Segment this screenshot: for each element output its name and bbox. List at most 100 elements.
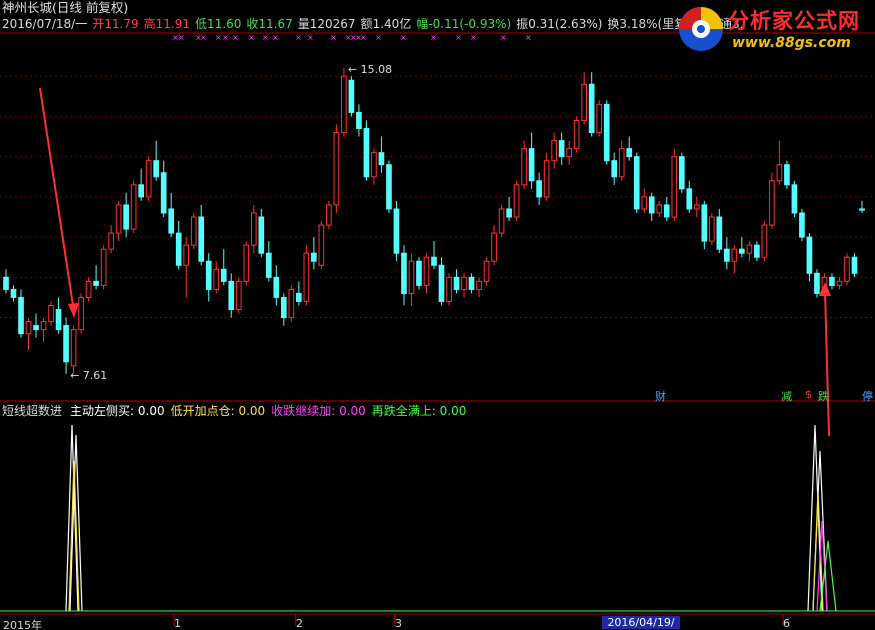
indicator-line-label: 低开加点仓: (170, 404, 235, 418)
candle (581, 72, 588, 125)
candle (686, 180, 693, 213)
candle-body (836, 280, 843, 286)
candle-body (341, 75, 347, 134)
event-tag[interactable]: 停 (862, 388, 873, 404)
candle (386, 160, 392, 213)
candle (205, 253, 212, 302)
candle (693, 196, 700, 217)
candle-body (566, 148, 572, 158)
quote-close: 11.67 (258, 17, 293, 31)
candle-body (48, 304, 54, 323)
signal-mark: × (430, 33, 437, 42)
candle-body (130, 184, 137, 230)
candle-body (378, 152, 385, 166)
candle-body (115, 204, 122, 234)
candle-body (205, 260, 212, 290)
candle (85, 277, 92, 302)
candle (123, 192, 129, 238)
candle-body (213, 268, 220, 290)
candle (513, 180, 520, 222)
candle-body (78, 296, 84, 331)
candle (78, 293, 84, 334)
candle (3, 269, 9, 294)
candle (115, 200, 122, 242)
candle-body (611, 160, 618, 178)
candle-body (408, 260, 415, 294)
candle (603, 100, 610, 165)
candle-body (93, 280, 99, 286)
candle-body (701, 204, 708, 242)
quote-open: 11.79 (104, 17, 139, 31)
candle-body (40, 321, 47, 331)
candle (243, 241, 250, 286)
candle (318, 221, 325, 270)
signal-mark: × (375, 33, 382, 42)
candle (731, 245, 738, 274)
candle-body (641, 196, 648, 210)
candle-body (311, 252, 317, 262)
indicator-line-label: 收跌继续加: (271, 404, 336, 418)
quote-low: 11.60 (206, 17, 242, 31)
signal-mark: × (272, 33, 279, 42)
candle-body (859, 208, 865, 211)
candle-body (168, 208, 175, 234)
candle (258, 208, 265, 258)
candle-body (33, 325, 39, 331)
indicator-plot (0, 424, 875, 612)
event-tag[interactable]: 财 (655, 388, 666, 404)
candle-body (326, 204, 332, 226)
candle-body (671, 156, 678, 218)
candle (423, 253, 430, 294)
event-tag[interactable]: 跌 (818, 388, 829, 404)
candle (498, 204, 505, 238)
stock-chart-window[interactable]: × × × × × × × × × × × × × × × × × × × × × × × × ← 15.08 ← 7.61 神… (0, 0, 875, 630)
quote-amp: 0.31(2.63%) (528, 17, 603, 31)
quote-open-label: 开 (92, 17, 105, 31)
candle (378, 136, 385, 173)
indicator-legend: 短线超数进 主动左侧买: 0.00 低开加点仓: 0.00 收跌继续加: 0.00 再跌… (2, 404, 472, 418)
candle-body (491, 232, 497, 262)
candle-body (476, 280, 482, 290)
chart-canvas[interactable]: × × ×× × × × × × × × × × ×××× × × × × × × × ← 15.08 ← 7.61 (0, 0, 875, 630)
candle (273, 265, 280, 306)
quote-high: 11.91 (155, 17, 190, 31)
candle-body (235, 280, 242, 311)
candle-body (814, 272, 820, 294)
arrow-head (68, 303, 79, 318)
quote-vol: 120267 (309, 17, 356, 31)
candle (416, 257, 422, 290)
candle (213, 261, 220, 294)
candle (746, 241, 753, 262)
candle-body (521, 148, 527, 186)
candle (138, 168, 144, 201)
candle-body (363, 128, 370, 178)
candle (168, 192, 175, 238)
event-tag[interactable]: $ (805, 388, 812, 401)
candle (55, 297, 62, 334)
candle (626, 136, 633, 161)
candle (438, 257, 445, 306)
event-tag[interactable]: 减 (781, 388, 792, 404)
candle-body (746, 244, 753, 254)
candle (754, 241, 760, 262)
candle-body (739, 248, 745, 254)
candle-body (25, 321, 32, 335)
candle (348, 76, 355, 117)
signal-markers: × × ×× × × × × × × × × × ×××× × × × × × × × (172, 33, 532, 42)
candle-body (175, 232, 182, 266)
candle-body (468, 276, 475, 290)
candle-body (596, 103, 603, 134)
candle-body (265, 252, 272, 278)
candle (18, 289, 24, 338)
candle-body (513, 184, 520, 218)
candle (724, 237, 730, 270)
signal-mark: × (360, 33, 367, 42)
candle-body (228, 280, 235, 311)
quote-amt-label: 额 (360, 17, 373, 31)
candle (453, 269, 460, 294)
logo-text: 分析家公式网 (728, 9, 860, 33)
candle-body (70, 329, 77, 367)
candle-body (63, 325, 69, 363)
candle (93, 265, 99, 290)
candlestick-series (3, 68, 865, 374)
